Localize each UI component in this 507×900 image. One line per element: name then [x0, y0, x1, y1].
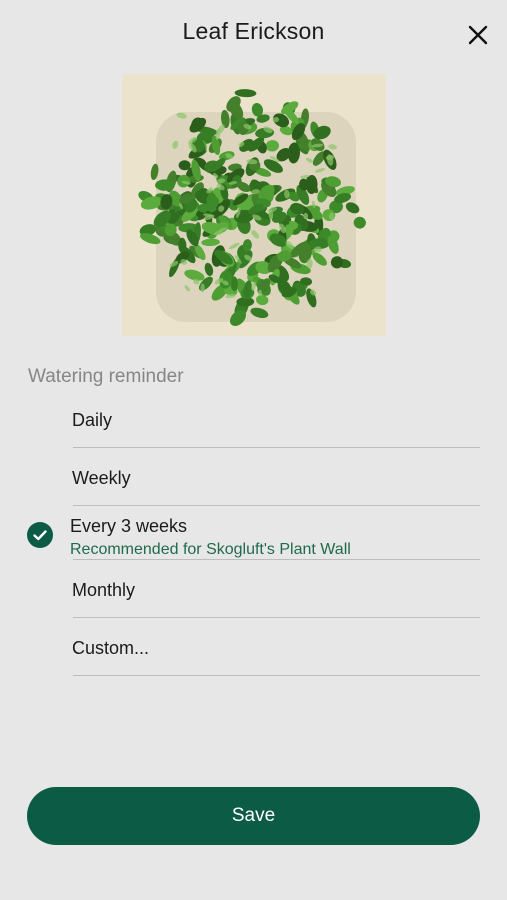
option-every-3-weeks[interactable]: Every 3 weeks Recommended for Skogluft's…: [0, 506, 507, 560]
close-icon: [468, 25, 488, 45]
watering-reminder-label: Watering reminder: [28, 366, 184, 387]
page-title: Leaf Erickson: [182, 18, 325, 44]
option-custom[interactable]: Custom...: [0, 618, 507, 676]
watering-options: Daily Weekly Every 3 weeks Recommended f…: [0, 390, 507, 676]
option-label: Custom...: [72, 638, 150, 658]
option-label: Every 3 weeks: [70, 516, 188, 536]
option-monthly[interactable]: Monthly: [0, 560, 507, 618]
close-button[interactable]: [467, 24, 489, 46]
save-button[interactable]: Save: [27, 787, 480, 845]
option-weekly[interactable]: Weekly: [0, 448, 507, 506]
plant-image: [122, 74, 386, 336]
option-label: Weekly: [72, 468, 131, 488]
option-label: Monthly: [72, 580, 136, 600]
recommendation-text: Recommended for Skogluft's Plant Wall: [70, 541, 351, 558]
check-circle-icon: [27, 522, 53, 548]
option-label: Daily: [72, 410, 113, 430]
divider: [73, 675, 480, 676]
option-daily[interactable]: Daily: [0, 390, 507, 448]
